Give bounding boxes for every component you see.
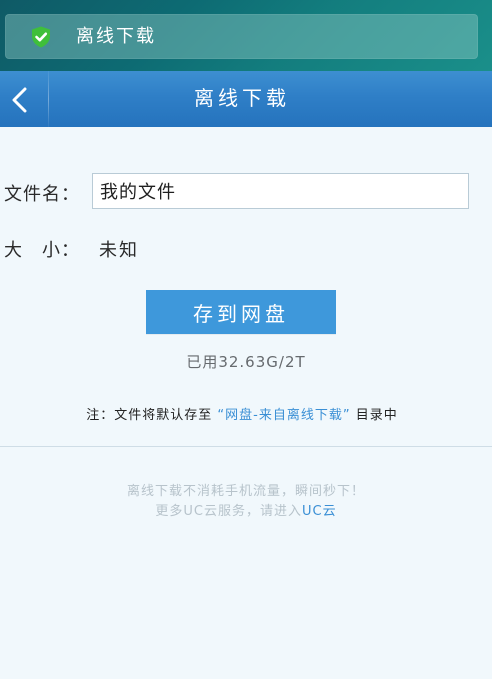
title-divider [48,71,49,127]
filename-input[interactable] [92,173,469,209]
footer-promo-text: 更多UC云服务，请进入 [155,504,302,519]
download-toast[interactable]: 离线下载 [5,14,478,59]
toast-text: 离线下载 [76,26,156,47]
note-path: “网盘-来自离线下载” [217,408,351,423]
size-label: 大 小： [4,240,80,261]
page-title: 离线下载 [194,86,290,110]
back-button[interactable] [0,71,48,127]
footer-tip: 离线下载不消耗手机流量，瞬间秒下！ [126,484,365,499]
footer-uc-promo: 更多UC云服务，请进入UC云 [0,500,492,519]
save-location-note: 注：文件将默认存至 “网盘-来自离线下载” 目录中 [0,404,484,423]
size-value: 未知 [99,240,139,261]
save-to-netdisk-button[interactable]: 存到网盘 [146,290,336,334]
notification-area: 离线下载 [0,0,492,71]
uc-cloud-link[interactable]: UC云 [302,504,337,519]
check-shield-icon [29,25,53,49]
note-prefix: 注：文件将默认存至 [86,408,213,423]
filename-label: 文件名： [4,184,80,205]
section-divider [0,446,492,447]
storage-usage: 已用32.63G/2T [186,353,306,371]
note-suffix: 目录中 [355,408,398,423]
title-bar: 离线下载 [0,71,492,127]
